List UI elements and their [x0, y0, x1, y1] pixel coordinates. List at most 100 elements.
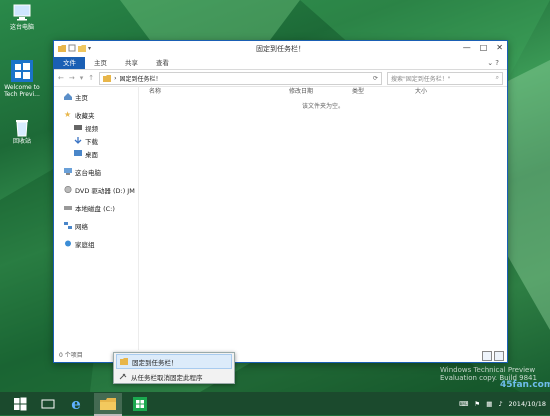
- large-icons-view-button[interactable]: [494, 351, 504, 361]
- drive-icon: [64, 204, 72, 211]
- nav-item-label: 家庭组: [75, 240, 95, 249]
- jump-list-item-window[interactable]: 固定到任务栏！: [116, 354, 232, 369]
- nav-item-label: 桌面: [85, 150, 98, 159]
- ribbon-expand-icon[interactable]: ⌄ ?: [487, 57, 507, 69]
- search-input[interactable]: 搜索"固定到任务栏！" ⌕: [387, 71, 503, 85]
- nav-item-home[interactable]: 主页: [54, 90, 138, 103]
- close-button[interactable]: ✕: [496, 43, 503, 52]
- system-tray: ⌨ ⚑ ▦ ♪ 2014/10/18: [459, 393, 546, 414]
- explorer-body: 主页 ★ 收藏夹 视频 下载 桌面 这台电脑 DVD 驱动器 (D:) JM 本…: [54, 86, 507, 350]
- home-icon: [64, 93, 72, 100]
- desktop-icon-welcome[interactable]: Welcome to Tech Previ...: [0, 60, 44, 98]
- windows-logo-icon: [11, 60, 33, 82]
- nav-item-local-disk[interactable]: 本地磁盘 (C:): [54, 201, 138, 214]
- dvd-icon: [64, 185, 72, 194]
- window-controls: — □ ✕: [463, 43, 503, 52]
- refresh-icon[interactable]: ⟳: [373, 75, 378, 82]
- nav-item-downloads[interactable]: 下载: [54, 134, 138, 147]
- store-icon[interactable]: [126, 393, 154, 414]
- address-path[interactable]: 固定到任务栏！: [120, 74, 162, 83]
- keyboard-icon[interactable]: ⌨: [459, 400, 468, 408]
- jump-list: 固定到任务栏！ 从任务栏取消固定此程序: [113, 352, 235, 384]
- file-explorer-icon[interactable]: [94, 393, 122, 416]
- window-title: 固定到任务栏！: [256, 45, 305, 53]
- video-icon: [74, 124, 82, 131]
- tab-home[interactable]: 主页: [85, 57, 116, 69]
- nav-item-label: 这台电脑: [75, 168, 101, 177]
- nav-item-label: 本地磁盘 (C:): [75, 204, 115, 213]
- network-icon: [64, 222, 72, 229]
- folder-icon: [103, 74, 112, 82]
- desktop-icon: [74, 150, 82, 157]
- nav-item-videos[interactable]: 视频: [54, 121, 138, 134]
- nav-item-label: 视频: [85, 124, 98, 133]
- desktop-icon-label: 回收站: [12, 138, 31, 145]
- computer-icon: [12, 4, 32, 22]
- unpin-icon: [119, 373, 127, 380]
- nav-item-network[interactable]: 网络: [54, 219, 138, 232]
- column-header-type[interactable]: 类型: [352, 86, 415, 97]
- details-view-button[interactable]: [482, 351, 492, 361]
- column-header-size[interactable]: 大小: [415, 86, 455, 97]
- search-placeholder: 搜索"固定到任务栏！": [391, 75, 451, 83]
- computer-icon: [64, 168, 72, 175]
- network-icon[interactable]: ▦: [486, 400, 492, 408]
- jump-list-item-unpin[interactable]: 从任务栏取消固定此程序: [116, 370, 232, 383]
- jump-list-label: 从任务栏取消固定此程序: [131, 373, 203, 382]
- nav-item-label: 网络: [75, 222, 88, 231]
- maximize-button[interactable]: □: [480, 43, 488, 52]
- nav-item-dvd-drive[interactable]: DVD 驱动器 (D:) JM: [54, 183, 138, 196]
- nav-item-label: DVD 驱动器 (D:) JM: [75, 186, 135, 195]
- taskbar: e ⌨ ⚑ ▦ ♪ 2014/10/18: [0, 392, 550, 416]
- column-header-date[interactable]: 修改日期: [289, 86, 352, 97]
- homegroup-icon: [64, 240, 72, 247]
- explorer-window: ▾ 固定到任务栏！ — □ ✕ 文件 主页 共享 查看 ⌄ ? ← → ▾ ↑ …: [53, 40, 508, 363]
- back-button[interactable]: ←: [58, 74, 64, 82]
- volume-icon[interactable]: ♪: [498, 400, 502, 408]
- ribbon-tabs: 文件 主页 共享 查看 ⌄ ?: [54, 57, 507, 70]
- download-icon: [74, 137, 82, 144]
- task-view-button[interactable]: [34, 393, 62, 414]
- watermark-line1: Windows Technical Preview: [440, 366, 536, 374]
- minimize-button[interactable]: —: [463, 43, 471, 52]
- up-button[interactable]: ↑: [88, 74, 94, 82]
- column-headers: 名称 修改日期 类型 大小: [139, 86, 507, 97]
- clock-date: 2014/10/18: [508, 399, 546, 408]
- recent-locations-icon[interactable]: ▾: [80, 74, 84, 82]
- site-watermark: 45fan.com: [500, 380, 550, 390]
- address-bar[interactable]: › 固定到任务栏！ ⟳: [99, 71, 382, 85]
- nav-item-label: 下载: [85, 137, 98, 146]
- desktop-icon-this-pc[interactable]: 这台电脑: [0, 4, 44, 31]
- tab-file[interactable]: 文件: [54, 57, 85, 69]
- view-buttons: [482, 351, 504, 361]
- clock[interactable]: 2014/10/18: [509, 400, 546, 408]
- desktop-icon-label: Welcome to Tech Previ...: [4, 84, 40, 98]
- item-count: 0 个项目: [59, 352, 83, 359]
- recycle-bin-icon: [12, 118, 32, 137]
- breadcrumb-separator: ›: [114, 74, 117, 82]
- tab-view[interactable]: 查看: [147, 57, 178, 69]
- folder-icon: [120, 358, 128, 365]
- file-list[interactable]: 名称 修改日期 类型 大小 该文件夹为空。: [139, 86, 507, 350]
- desktop-icon-recycle-bin[interactable]: 回收站: [0, 118, 44, 145]
- empty-folder-message: 该文件夹为空。: [301, 103, 344, 110]
- start-button[interactable]: [6, 393, 34, 414]
- column-header-name[interactable]: 名称: [149, 86, 289, 97]
- forward-button[interactable]: →: [69, 74, 75, 82]
- title-bar[interactable]: ▾ 固定到任务栏！ — □ ✕: [54, 41, 507, 57]
- tab-share[interactable]: 共享: [116, 57, 147, 69]
- star-icon: ★: [64, 110, 72, 119]
- nav-item-favorites[interactable]: ★ 收藏夹: [54, 108, 138, 121]
- navigation-pane: 主页 ★ 收藏夹 视频 下载 桌面 这台电脑 DVD 驱动器 (D:) JM 本…: [54, 86, 139, 350]
- nav-item-label: 收藏夹: [75, 111, 95, 120]
- nav-item-desktop[interactable]: 桌面: [54, 147, 138, 160]
- flag-icon[interactable]: ⚑: [474, 400, 480, 408]
- ie-icon[interactable]: e: [62, 393, 90, 414]
- nav-item-homegroup[interactable]: 家庭组: [54, 237, 138, 250]
- nav-item-label: 主页: [75, 93, 88, 102]
- desktop-icon-label: 这台电脑: [9, 24, 34, 31]
- search-icon: ⌕: [495, 74, 499, 81]
- jump-list-label: 固定到任务栏！: [132, 358, 178, 367]
- nav-item-this-pc[interactable]: 这台电脑: [54, 165, 138, 178]
- address-row: ← → ▾ ↑ › 固定到任务栏！ ⟳ 搜索"固定到任务栏！" ⌕: [54, 70, 507, 87]
